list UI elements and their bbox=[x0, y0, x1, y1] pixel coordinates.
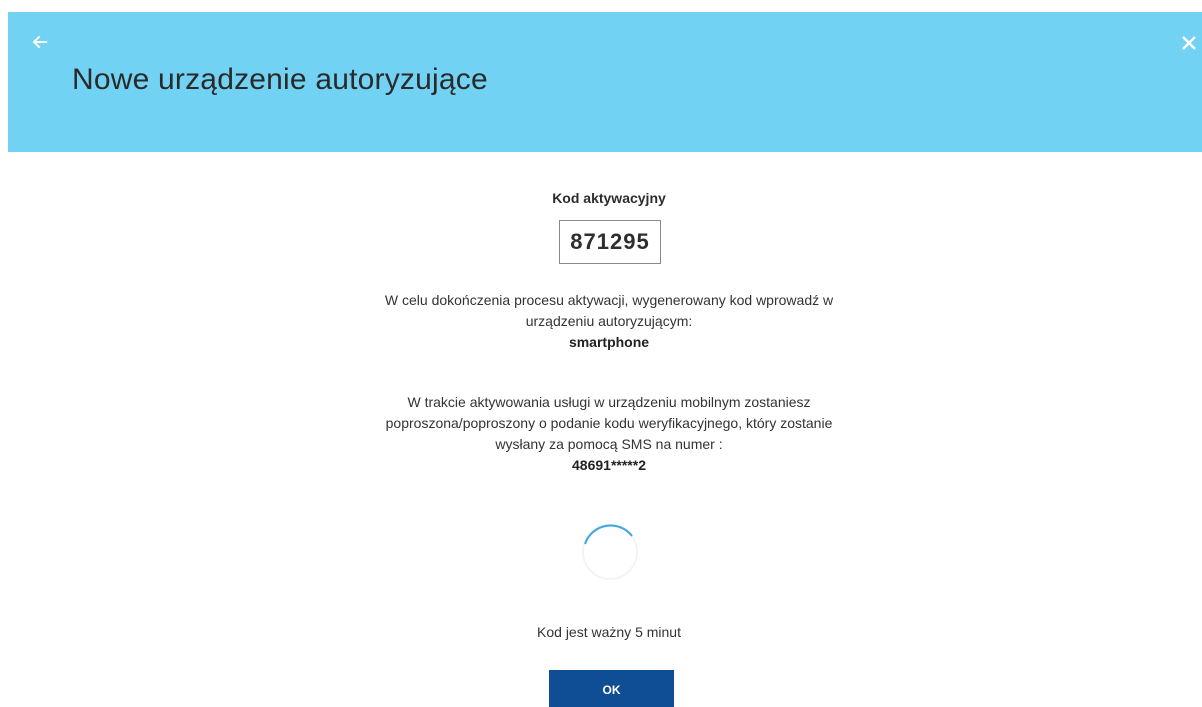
instructions-line-2: urządzeniu autoryzującym: bbox=[525, 313, 693, 329]
activation-code-value: 871295 bbox=[559, 220, 661, 264]
loading-spinner-icon bbox=[582, 524, 638, 580]
instructions-text: W celu dokończenia procesu aktywacji, wy… bbox=[0, 290, 1202, 353]
page-title: Nowe urządzenie autoryzujące bbox=[72, 63, 488, 96]
sms-info-line-1: W trakcie aktywowania usługi w urządzeni… bbox=[407, 394, 811, 410]
code-validity-text: Kod jest ważny 5 minut bbox=[537, 624, 681, 640]
sms-info-line-3: wysłany za pomocą SMS na numer : bbox=[495, 436, 723, 452]
page: Nowe urządzenie autoryzujące Kod aktywac… bbox=[0, 0, 1202, 707]
instructions-line-1: W celu dokończenia procesu aktywacji, wy… bbox=[384, 292, 834, 308]
phone-number: 48691*****2 bbox=[572, 457, 646, 473]
sms-info-text: W trakcie aktywowania usługi w urządzeni… bbox=[0, 392, 1202, 476]
activation-code-label: Kod aktywacyjny bbox=[552, 190, 666, 206]
close-icon[interactable] bbox=[1180, 34, 1198, 52]
device-name: smartphone bbox=[568, 334, 650, 350]
ok-button[interactable]: OK bbox=[549, 670, 674, 707]
header-bar: Nowe urządzenie autoryzujące bbox=[8, 12, 1202, 152]
sms-info-line-2: poproszona/poproszony o podanie kodu wer… bbox=[385, 415, 833, 431]
arrow-left-icon[interactable] bbox=[30, 32, 50, 52]
